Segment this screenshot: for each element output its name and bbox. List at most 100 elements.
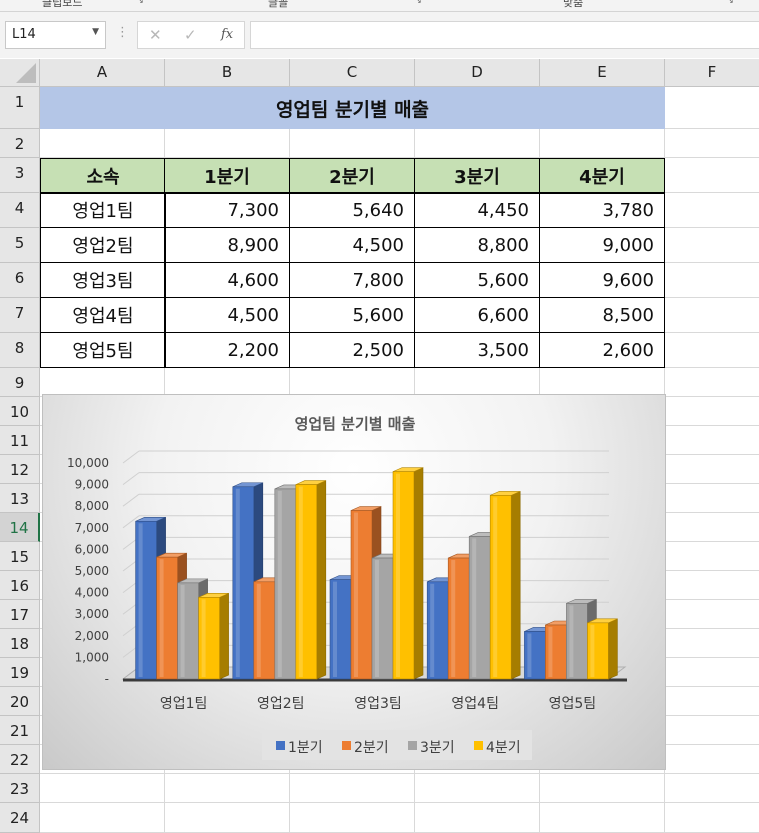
sales-value-cell[interactable]: 3,780	[539, 192, 665, 228]
row-header-23[interactable]: 23	[0, 774, 40, 803]
sales-value-cell[interactable]: 9,600	[539, 262, 665, 298]
chevron-down-icon[interactable]: ▼	[92, 27, 99, 37]
row-header-17[interactable]: 17	[0, 600, 40, 629]
bar-highlight	[180, 584, 185, 677]
ribbon-group-font[interactable]: 글꼴	[268, 0, 288, 10]
sales-value-cell[interactable]: 8,500	[539, 297, 665, 333]
bar-highlight	[235, 488, 240, 677]
x-tick-label: 영업1팀	[160, 696, 208, 712]
team-label-cell[interactable]: 영업5팀	[40, 332, 166, 368]
row-header-2[interactable]: 2	[0, 129, 40, 158]
row-header-13[interactable]: 13	[0, 484, 40, 513]
row-header-11[interactable]: 11	[0, 426, 40, 455]
team-label-cell[interactable]: 영업1팀	[40, 192, 166, 228]
row-header-16[interactable]: 16	[0, 571, 40, 600]
grid-line	[40, 802, 759, 803]
sales-value-cell[interactable]: 3,500	[414, 332, 540, 368]
y-tick-label: 2,000	[75, 629, 109, 643]
column-header-a[interactable]: A	[40, 59, 165, 87]
row-header-1[interactable]: 1	[0, 87, 40, 129]
row-header-5[interactable]: 5	[0, 228, 40, 263]
row-header-9[interactable]: 9	[0, 368, 40, 397]
sheet-title-cell[interactable]: 영업팀 분기별 매출	[40, 87, 665, 129]
bar-highlight	[256, 583, 261, 677]
sales-value-cell[interactable]: 7,300	[164, 192, 290, 228]
row-header-21[interactable]: 21	[0, 716, 40, 745]
dialog-launcher-icon[interactable]: ↘	[137, 0, 144, 5]
ribbon-group-clipboard[interactable]: 클립보드	[42, 0, 82, 10]
sales-value-cell[interactable]: 5,640	[289, 192, 415, 228]
sales-value-cell[interactable]: 2,200	[164, 332, 290, 368]
row-header-24[interactable]: 24	[0, 803, 40, 833]
insert-function-icon[interactable]: fx	[221, 27, 233, 42]
sales-value-cell[interactable]: 4,600	[164, 262, 290, 298]
bar-highlight	[375, 560, 379, 677]
row-header-8[interactable]: 8	[0, 333, 40, 368]
row-header-7[interactable]: 7	[0, 298, 40, 333]
team-label-cell[interactable]: 영업3팀	[40, 262, 166, 298]
row-header-4[interactable]: 4	[0, 193, 40, 228]
sales-value-cell[interactable]: 6,600	[414, 297, 540, 333]
cancel-icon[interactable]: ✕	[149, 26, 162, 44]
column-header-e[interactable]: E	[540, 59, 665, 87]
header-cell[interactable]: 1분기	[164, 158, 290, 194]
header-cell[interactable]: 2분기	[289, 158, 415, 194]
sales-value-cell[interactable]: 5,600	[414, 262, 540, 298]
column-header-f[interactable]: F	[665, 59, 759, 87]
legend-swatch	[474, 741, 483, 750]
sales-value-cell[interactable]: 4,500	[164, 297, 290, 333]
bar-side	[316, 480, 327, 680]
legend-label: 3분기	[420, 740, 455, 756]
gridline-depth	[122, 450, 140, 464]
sales-value-cell[interactable]: 8,800	[414, 227, 540, 263]
x-tick-label: 영업2팀	[257, 696, 305, 712]
bar	[392, 467, 424, 680]
y-tick-label: 7,000	[75, 521, 109, 535]
row-header-15[interactable]: 15	[0, 542, 40, 571]
dialog-launcher-icon[interactable]: ↘	[727, 0, 734, 5]
chart-area[interactable]: 영업팀 분기별 매출 - 1,000 2,000 3,000 4,000 5,000 6,00…	[42, 394, 666, 770]
team-label-cell[interactable]: 영업2팀	[40, 227, 166, 263]
header-cell[interactable]: 3분기	[414, 158, 540, 194]
y-tick-label: 4,000	[75, 586, 109, 600]
sales-value-cell[interactable]: 8,900	[164, 227, 290, 263]
bar-highlight	[451, 560, 456, 677]
column-header-b[interactable]: B	[165, 59, 290, 87]
bar-highlight	[472, 538, 477, 677]
x-tick-label: 영업4팀	[451, 696, 499, 712]
row-header-3[interactable]: 3	[0, 158, 40, 193]
sales-value-cell[interactable]: 2,600	[539, 332, 665, 368]
bar-highlight	[527, 633, 532, 677]
column-header-c[interactable]: C	[290, 59, 415, 87]
legend-swatch	[276, 741, 285, 750]
column-header-d[interactable]: D	[415, 59, 540, 87]
bar-highlight	[159, 559, 164, 677]
select-all-button[interactable]	[0, 59, 40, 87]
sales-value-cell[interactable]: 2,500	[289, 332, 415, 368]
row-header-6[interactable]: 6	[0, 263, 40, 298]
sales-value-cell[interactable]: 4,500	[289, 227, 415, 263]
name-box[interactable]: L14 ▼	[5, 21, 106, 49]
dialog-launcher-icon[interactable]: ↘	[415, 0, 422, 5]
row-header-19[interactable]: 19	[0, 658, 40, 687]
sales-value-cell[interactable]: 7,800	[289, 262, 415, 298]
row-header-20[interactable]: 20	[0, 687, 40, 716]
row-header-22[interactable]: 22	[0, 745, 40, 774]
row-header-10[interactable]: 10	[0, 397, 40, 426]
formula-input[interactable]	[250, 21, 759, 49]
sales-value-cell[interactable]: 5,600	[289, 297, 415, 333]
ribbon-group-alignment[interactable]: 맞춤	[563, 0, 583, 10]
y-tick-label: 6,000	[75, 542, 109, 556]
bar	[198, 592, 229, 680]
row-header-18[interactable]: 18	[0, 629, 40, 658]
sales-value-cell[interactable]: 9,000	[539, 227, 665, 263]
header-cell[interactable]: 소속	[40, 158, 166, 194]
row-header-14[interactable]: 14	[0, 513, 40, 542]
chart-legend[interactable]: 1분기 2분기 3분기 4분기	[262, 730, 532, 760]
bar-highlight	[569, 605, 574, 677]
sales-value-cell[interactable]: 4,450	[414, 192, 540, 228]
team-label-cell[interactable]: 영업4팀	[40, 297, 166, 333]
header-cell[interactable]: 4분기	[539, 158, 665, 194]
row-header-12[interactable]: 12	[0, 455, 40, 484]
enter-check-icon[interactable]: ✓	[184, 26, 197, 44]
